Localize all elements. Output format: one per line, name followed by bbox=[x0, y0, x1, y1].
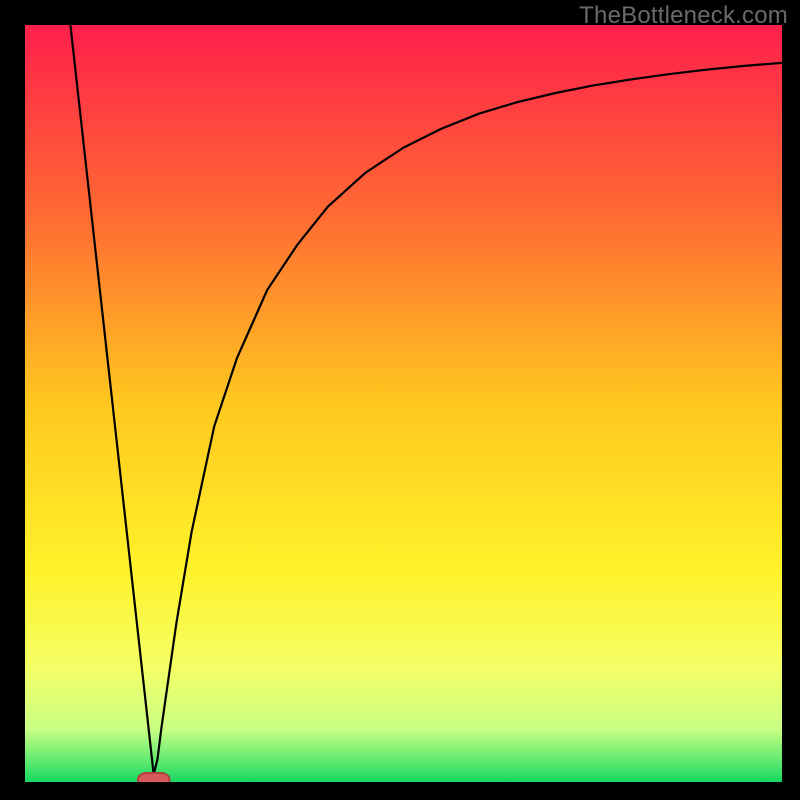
plot-area bbox=[25, 25, 782, 782]
vertex-marker bbox=[138, 773, 170, 782]
plot-svg bbox=[25, 25, 782, 782]
chart-frame: TheBottleneck.com bbox=[0, 0, 800, 800]
gradient-background bbox=[25, 25, 782, 782]
